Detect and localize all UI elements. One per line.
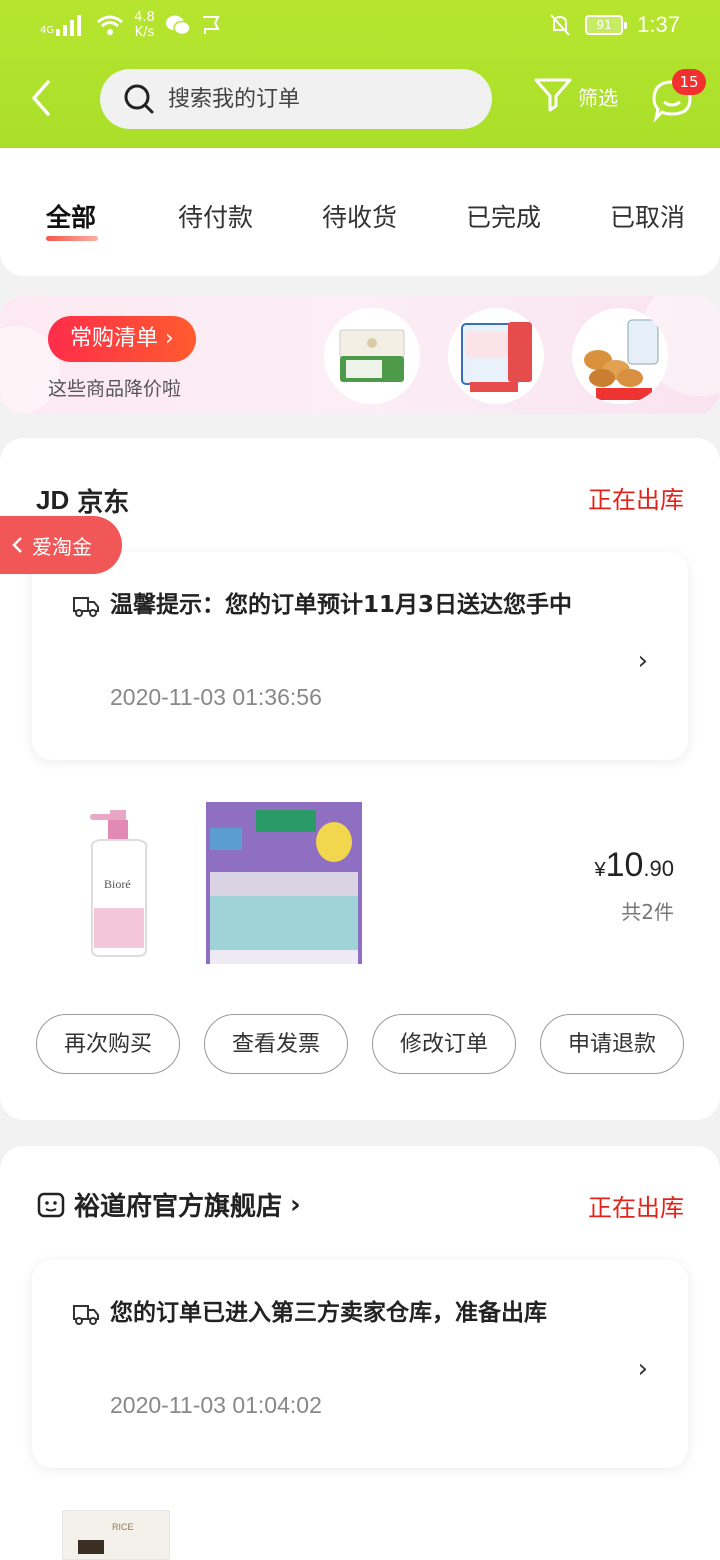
delivery-tip-text: 您的订单已进入第三方卖家仓库，准备出库 xyxy=(110,1300,547,1326)
promo-subtitle: 这些商品降价啦 xyxy=(48,378,182,400)
active-tab-indicator xyxy=(46,236,98,241)
search-bar[interactable] xyxy=(100,69,492,129)
chevron-left-icon xyxy=(12,537,22,553)
tab-all[interactable]: 全部 xyxy=(46,198,96,234)
tab-pending-receipt[interactable]: 待收货 xyxy=(322,198,397,234)
store-icon xyxy=(37,1192,65,1217)
message-count-badge: 15 xyxy=(672,69,706,95)
product-image-laurier[interactable] xyxy=(206,802,362,968)
tab-pending-payment[interactable]: 待付款 xyxy=(178,198,253,234)
shop-name: 京东 xyxy=(77,488,130,518)
request-refund-button[interactable]: 申请退款 xyxy=(540,1014,684,1074)
status-bar: 4G 4.8 K/s 91 1:37 xyxy=(0,0,720,52)
order-tabs: 全部 待付款 待收货 已完成 已取消 xyxy=(0,148,720,276)
tip-timestamp: 2020-11-03 01:04:02 xyxy=(110,1392,322,1418)
wechat-icon xyxy=(165,15,191,36)
back-button[interactable] xyxy=(24,74,64,122)
search-icon xyxy=(124,84,154,114)
tab-completed[interactable]: 已完成 xyxy=(466,198,541,234)
frequent-list-button[interactable]: 常购清单 › xyxy=(48,316,196,362)
filter-label: 筛选 xyxy=(578,85,618,110)
search-input[interactable] xyxy=(168,86,468,112)
mute-icon xyxy=(550,14,570,36)
chevron-right-icon: › xyxy=(637,1354,648,1384)
network-type: 4G xyxy=(40,25,55,36)
product-image-biore[interactable]: Bioré xyxy=(80,808,158,962)
order-status: 正在出库 xyxy=(588,1194,684,1222)
view-invoice-button[interactable]: 查看发票 xyxy=(204,1014,348,1074)
float-tag-label: 爱淘金 xyxy=(32,534,92,559)
battery-icon: 91 xyxy=(585,15,628,35)
product-thumb-diapers[interactable] xyxy=(448,308,544,404)
signal-icon: 4G xyxy=(40,14,86,36)
tip-timestamp: 2020-11-03 01:36:56 xyxy=(110,684,322,710)
filter-button[interactable]: 筛选 xyxy=(532,74,618,118)
delivery-tip-card[interactable]: 温馨提示：您的订单预计11月3日送达您手中 2020-11-03 01:36:5… xyxy=(32,552,688,760)
order-card: 裕道府官方旗舰店 › 正在出库 您的订单已进入第三方卖家仓库，准备出库 2020… xyxy=(0,1146,720,1560)
modify-order-button[interactable]: 修改订单 xyxy=(372,1014,516,1074)
item-count: 共2件 xyxy=(621,900,674,924)
aitaojin-float-button[interactable]: 爱淘金 xyxy=(0,516,122,574)
svg-text:RICE: RICE xyxy=(112,1522,134,1532)
product-thumb-soap[interactable] xyxy=(324,308,420,404)
truck-icon xyxy=(73,597,99,617)
tab-cancelled[interactable]: 已取消 xyxy=(610,198,685,234)
rebuy-button[interactable]: 再次购买 xyxy=(36,1014,180,1074)
jd-logo-icon: JD xyxy=(36,485,70,515)
chevron-right-icon: › xyxy=(290,1189,301,1220)
chevron-right-icon: › xyxy=(637,646,648,676)
product-thumb-nuts[interactable] xyxy=(572,308,668,404)
product-image-rice[interactable]: RICE xyxy=(61,1509,171,1560)
clock: 1:37 xyxy=(637,12,680,37)
svg-text:Bioré: Bioré xyxy=(104,877,131,891)
chevron-left-icon xyxy=(32,80,50,116)
truck-icon xyxy=(73,1305,99,1325)
wifi-icon xyxy=(97,15,124,35)
header: 4G 4.8 K/s 91 1:37 筛选 15 xyxy=(0,0,720,148)
shop-header[interactable]: JD 京东 xyxy=(36,482,129,519)
order-status: 正在出库 xyxy=(588,486,684,514)
delivery-tip-text: 温馨提示：您的订单预计11月3日送达您手中 xyxy=(110,592,573,618)
shop-name: 裕道府官方旗舰店 xyxy=(74,1192,283,1222)
shop-header[interactable]: 裕道府官方旗舰店 › xyxy=(36,1186,301,1223)
flag-icon xyxy=(202,16,220,34)
delivery-tip-card[interactable]: 您的订单已进入第三方卖家仓库，准备出库 2020-11-03 01:04:02 … xyxy=(32,1260,688,1468)
filter-icon xyxy=(534,78,572,112)
frequent-purchase-banner[interactable]: 常购清单 › 这些商品降价啦 xyxy=(0,296,720,414)
net-speed: 4.8 K/s xyxy=(134,10,155,40)
order-price: ¥10.90 xyxy=(594,846,674,884)
